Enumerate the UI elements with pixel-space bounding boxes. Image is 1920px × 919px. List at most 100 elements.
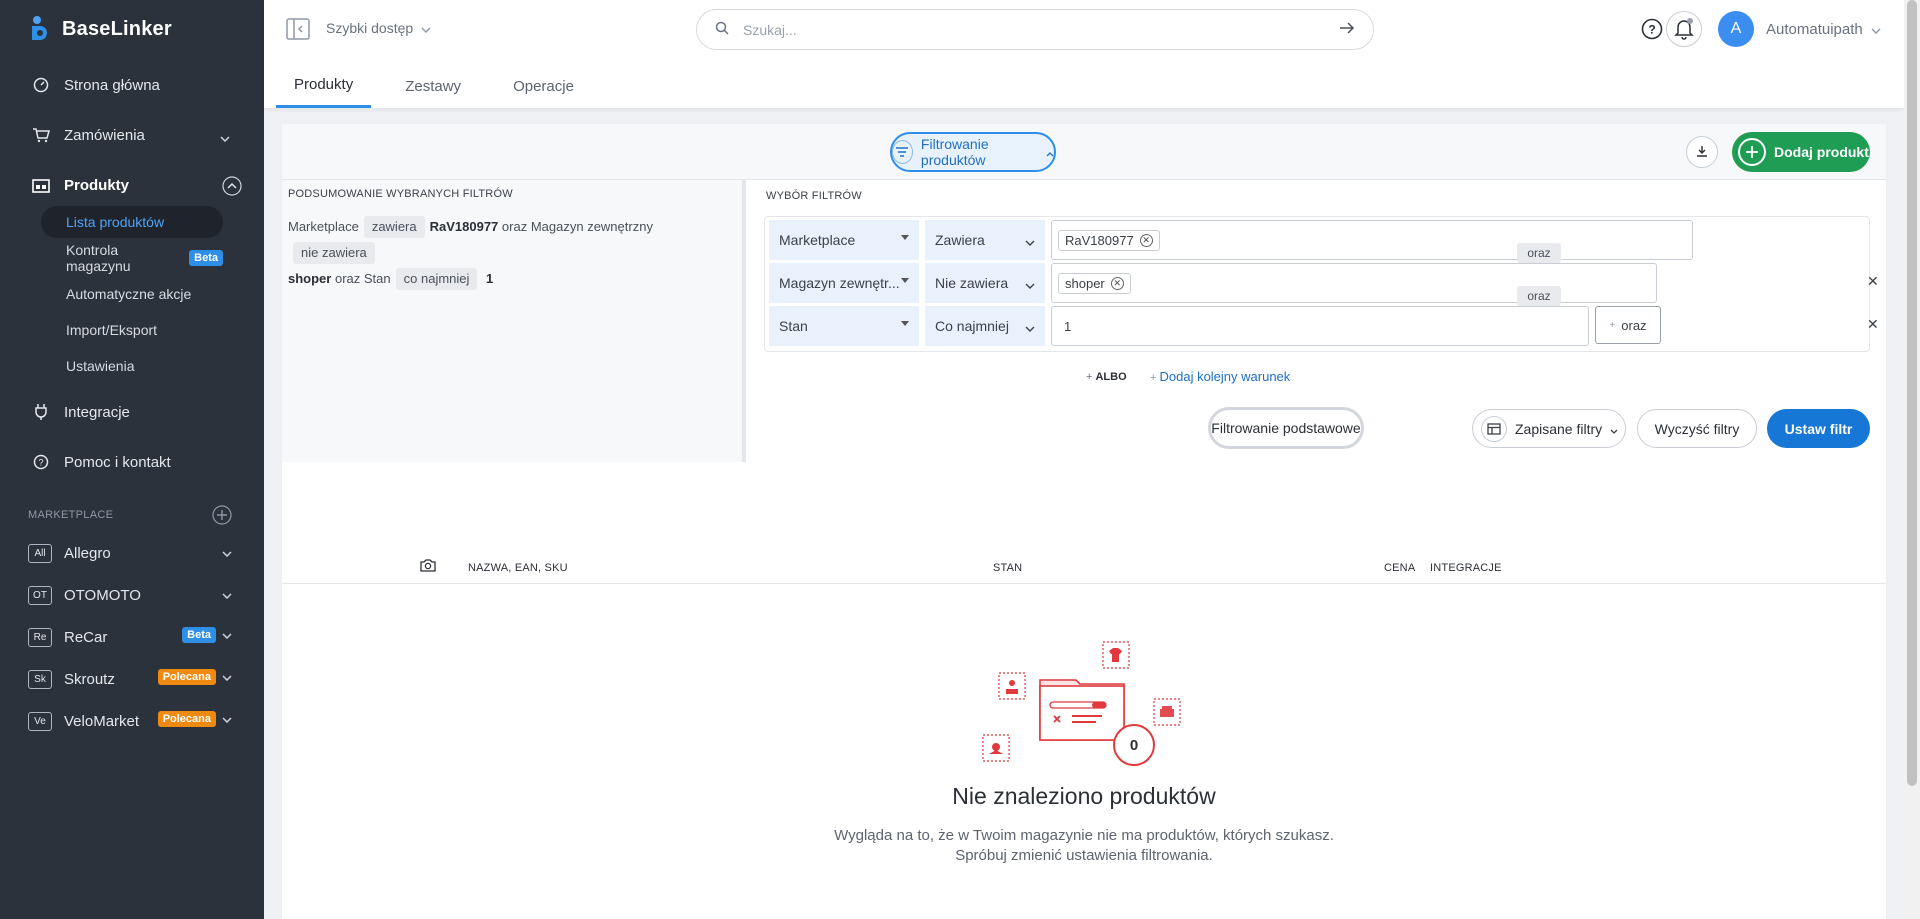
marketplace-item-velomarket[interactable]: Ve VeloMarket Polecana: [28, 708, 232, 734]
search-input[interactable]: [743, 21, 1339, 38]
panel-toggle-icon[interactable]: [286, 18, 310, 40]
marketplace-item-otomoto[interactable]: OT OTOMOTO: [28, 582, 232, 608]
bell-icon[interactable]: [1666, 11, 1702, 47]
filter-icon: [892, 140, 913, 164]
summary-value: shoper: [288, 271, 332, 286]
arrow-right-icon[interactable]: [1339, 22, 1355, 37]
sidebar-subitem-import-export[interactable]: Import/Eksport: [41, 314, 223, 346]
download-button[interactable]: [1686, 136, 1718, 168]
filter-value-input[interactable]: 1: [1051, 306, 1589, 346]
filter-value-chip: RaV180977 ✕: [1058, 229, 1160, 251]
remove-chip-icon[interactable]: ✕: [1110, 276, 1124, 290]
empty-state-illustration: [982, 641, 1181, 764]
camera-icon: [420, 558, 436, 575]
chevron-down-icon: [222, 544, 232, 561]
filter-field-value: Marketplace: [779, 232, 856, 248]
help-icon[interactable]: ?: [1634, 11, 1670, 47]
tab-operations[interactable]: Operacje: [495, 64, 592, 108]
beta-badge: Beta: [189, 250, 223, 266]
sidebar-subitem-product-list[interactable]: Lista produktów: [41, 206, 223, 238]
marketplace-label: Skroutz: [64, 670, 115, 688]
add-or-link[interactable]: + ALBO: [1086, 371, 1127, 383]
filter-row: Marketplace Zawiera RaV180977 ✕: [769, 220, 1869, 260]
summary-conjunction: oraz: [334, 271, 361, 286]
filter-field-select[interactable]: Marketplace: [769, 220, 919, 260]
filter-chip-label: RaV180977: [1065, 232, 1134, 248]
sidebar-item-home[interactable]: Strona główna: [32, 71, 244, 99]
filter-field-select[interactable]: Stan: [769, 306, 919, 346]
user-menu[interactable]: A Automatuipath: [1718, 11, 1881, 47]
basic-filtering-button[interactable]: Filtrowanie podstawowe: [1208, 407, 1364, 449]
sidebar-item-help[interactable]: ? Pomoc i kontakt: [32, 448, 244, 476]
filter-toggle-label: Filtrowanie produktów: [920, 136, 989, 168]
tab-sets[interactable]: Zestawy: [387, 64, 479, 108]
add-condition-link[interactable]: + Dodaj kolejny warunek: [1150, 369, 1290, 384]
column-header-price[interactable]: CENA: [1384, 562, 1415, 574]
scrollbar-thumb[interactable]: [1907, 0, 1917, 786]
search-bar: [696, 9, 1374, 50]
sidebar-item-label: Pomoc i kontakt: [64, 453, 171, 471]
help-icon: ?: [32, 453, 50, 471]
topbar: Szybki dostęp ? A Automatuipath Produkty…: [264, 0, 1904, 108]
filter-operator-select[interactable]: Zawiera: [925, 220, 1045, 260]
chevron-down-icon: [1025, 233, 1035, 249]
logo-text: BaseLinker: [62, 17, 172, 40]
chevron-down-icon: [222, 668, 232, 685]
marketplace-item-skroutz[interactable]: Sk Skroutz Polecana: [28, 666, 232, 692]
saved-filters-button[interactable]: Zapisane filtry: [1472, 409, 1626, 448]
avatar: A: [1718, 11, 1754, 47]
sidebar-subitem-label: Ustawienia: [66, 358, 135, 374]
svg-text:?: ?: [38, 458, 43, 468]
filter-toggle-button[interactable]: Filtrowanie produktów: [890, 132, 1056, 172]
add-marketplace-icon[interactable]: [212, 505, 232, 528]
column-header-stock[interactable]: STAN: [993, 562, 1022, 574]
dashboard-icon: [32, 76, 50, 94]
sidebar-subitem-settings[interactable]: Ustawienia: [41, 350, 223, 382]
filter-operator-select[interactable]: Nie zawiera: [925, 263, 1045, 303]
logo[interactable]: BaseLinker: [28, 14, 172, 44]
chevron-down-icon: [220, 129, 230, 146]
filter-value-input[interactable]: shoper ✕: [1051, 263, 1657, 303]
filter-operator-select[interactable]: Co najmniej: [925, 306, 1045, 346]
sidebar-item-orders[interactable]: Zamówienia: [32, 121, 244, 149]
add-and-condition-button[interactable]: + oraz: [1595, 306, 1661, 344]
sidebar-subitem-automatic-actions[interactable]: Automatyczne akcje: [41, 278, 223, 310]
sidebar-item-products[interactable]: Produkty: [32, 171, 244, 199]
filter-rows: Marketplace Zawiera RaV180977 ✕ Magazyn z…: [764, 216, 1879, 352]
filter-summary: PODSUMOWANIE WYBRANYCH FILTRÓW Marketpla…: [282, 180, 746, 462]
summary-field: Stan: [363, 271, 391, 286]
column-header-name[interactable]: NAZWA, EAN, SKU: [468, 562, 568, 574]
remove-row-icon[interactable]: ✕: [1867, 316, 1879, 333]
marketplace-label: VeloMarket: [64, 712, 140, 730]
marketplace-item-recar[interactable]: Re ReCar Beta: [28, 624, 232, 650]
filter-value-input[interactable]: RaV180977 ✕: [1051, 220, 1693, 260]
filter-value-chip: shoper ✕: [1058, 272, 1131, 294]
caret-down-icon: [901, 278, 909, 283]
sidebar-subitem-label: Import/Eksport: [66, 322, 158, 338]
chevron-down-icon: [1025, 319, 1035, 335]
quick-access-dropdown[interactable]: Szybki dostęp: [326, 20, 431, 36]
chevron-up-icon: [1046, 144, 1054, 160]
add-product-button[interactable]: Dodaj produkt: [1732, 132, 1870, 172]
clear-filters-button[interactable]: Wyczyść filtry: [1637, 409, 1757, 448]
chevron-down-icon: [1025, 276, 1035, 292]
sidebar-item-integrations[interactable]: Integracje: [32, 398, 244, 426]
chevron-down-icon: [222, 586, 232, 603]
chevron-down-icon: [1610, 421, 1618, 437]
remove-chip-icon[interactable]: ✕: [1139, 233, 1153, 247]
sidebar-subitem-label: Automatyczne akcje: [66, 286, 192, 302]
marketplace-item-allegro[interactable]: All Allegro: [28, 540, 232, 566]
filter-value-text: 1: [1064, 318, 1072, 334]
tab-products[interactable]: Produkty: [276, 64, 372, 108]
filter-operator-value: Zawiera: [935, 232, 985, 248]
remove-row-icon[interactable]: ✕: [1867, 273, 1879, 290]
scrollbar[interactable]: [1904, 0, 1920, 919]
plus-icon: [1738, 138, 1766, 166]
marketplace-tag: Ve: [28, 711, 52, 731]
svg-text:?: ?: [1648, 23, 1655, 37]
filter-field-select[interactable]: Magazyn zewnętr...: [769, 263, 919, 303]
chevron-up-icon[interactable]: [222, 176, 242, 200]
apply-filter-button[interactable]: Ustaw filtr: [1767, 409, 1870, 448]
summary-value: 1: [486, 271, 494, 286]
sidebar-subitem-inventory-control[interactable]: Kontrola magazynu Beta: [41, 242, 223, 274]
